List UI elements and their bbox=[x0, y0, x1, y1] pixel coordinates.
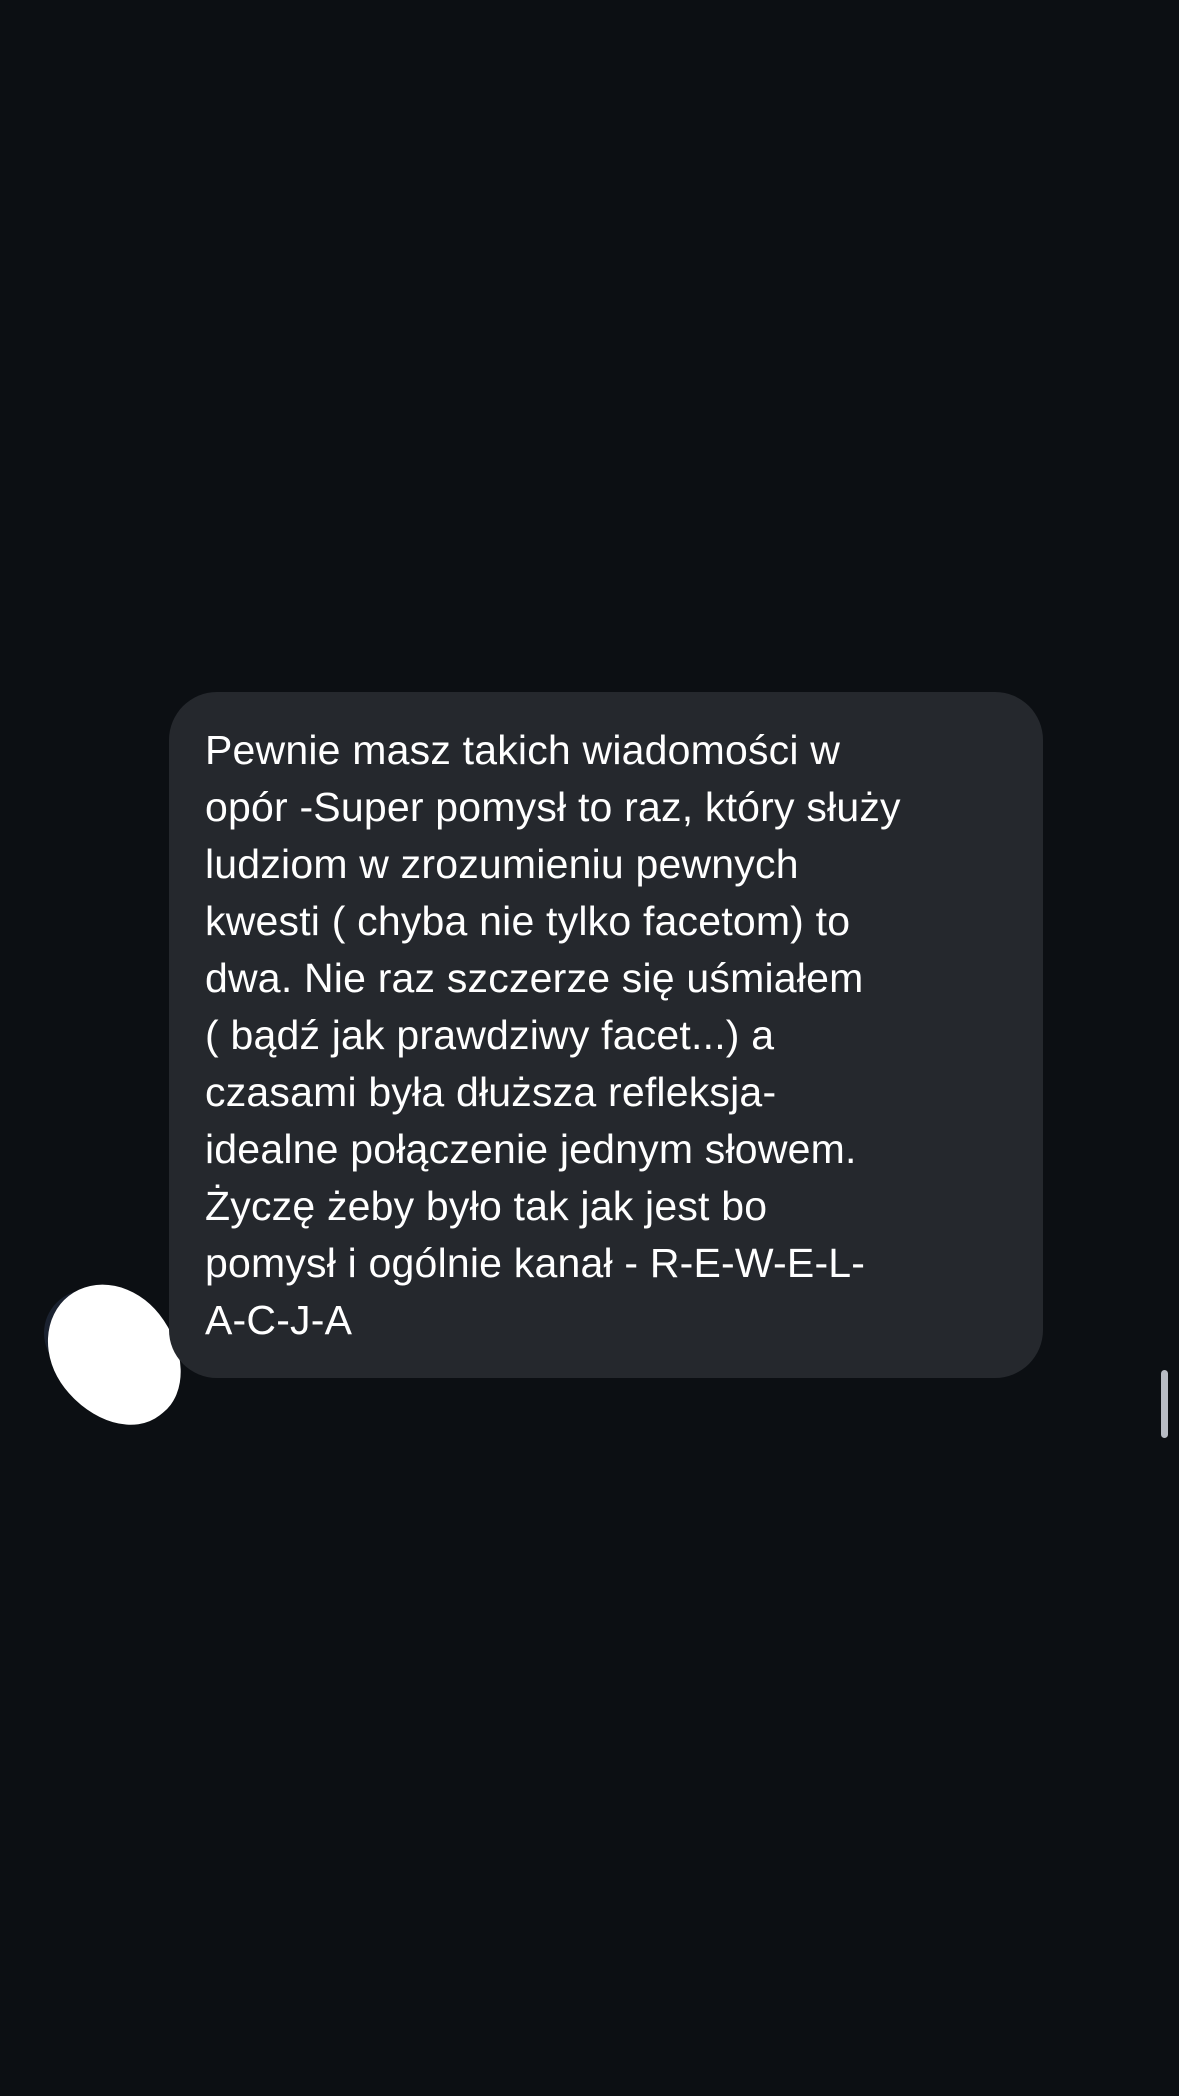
chat-screen: Pewnie masz takich wiadomości w opór -Su… bbox=[0, 0, 1179, 2096]
message-bubble[interactable]: Pewnie masz takich wiadomości w opór -Su… bbox=[169, 692, 1043, 1378]
message-row: Pewnie masz takich wiadomości w opór -Su… bbox=[0, 0, 1179, 2096]
scrollbar-thumb[interactable] bbox=[1161, 1370, 1168, 1438]
